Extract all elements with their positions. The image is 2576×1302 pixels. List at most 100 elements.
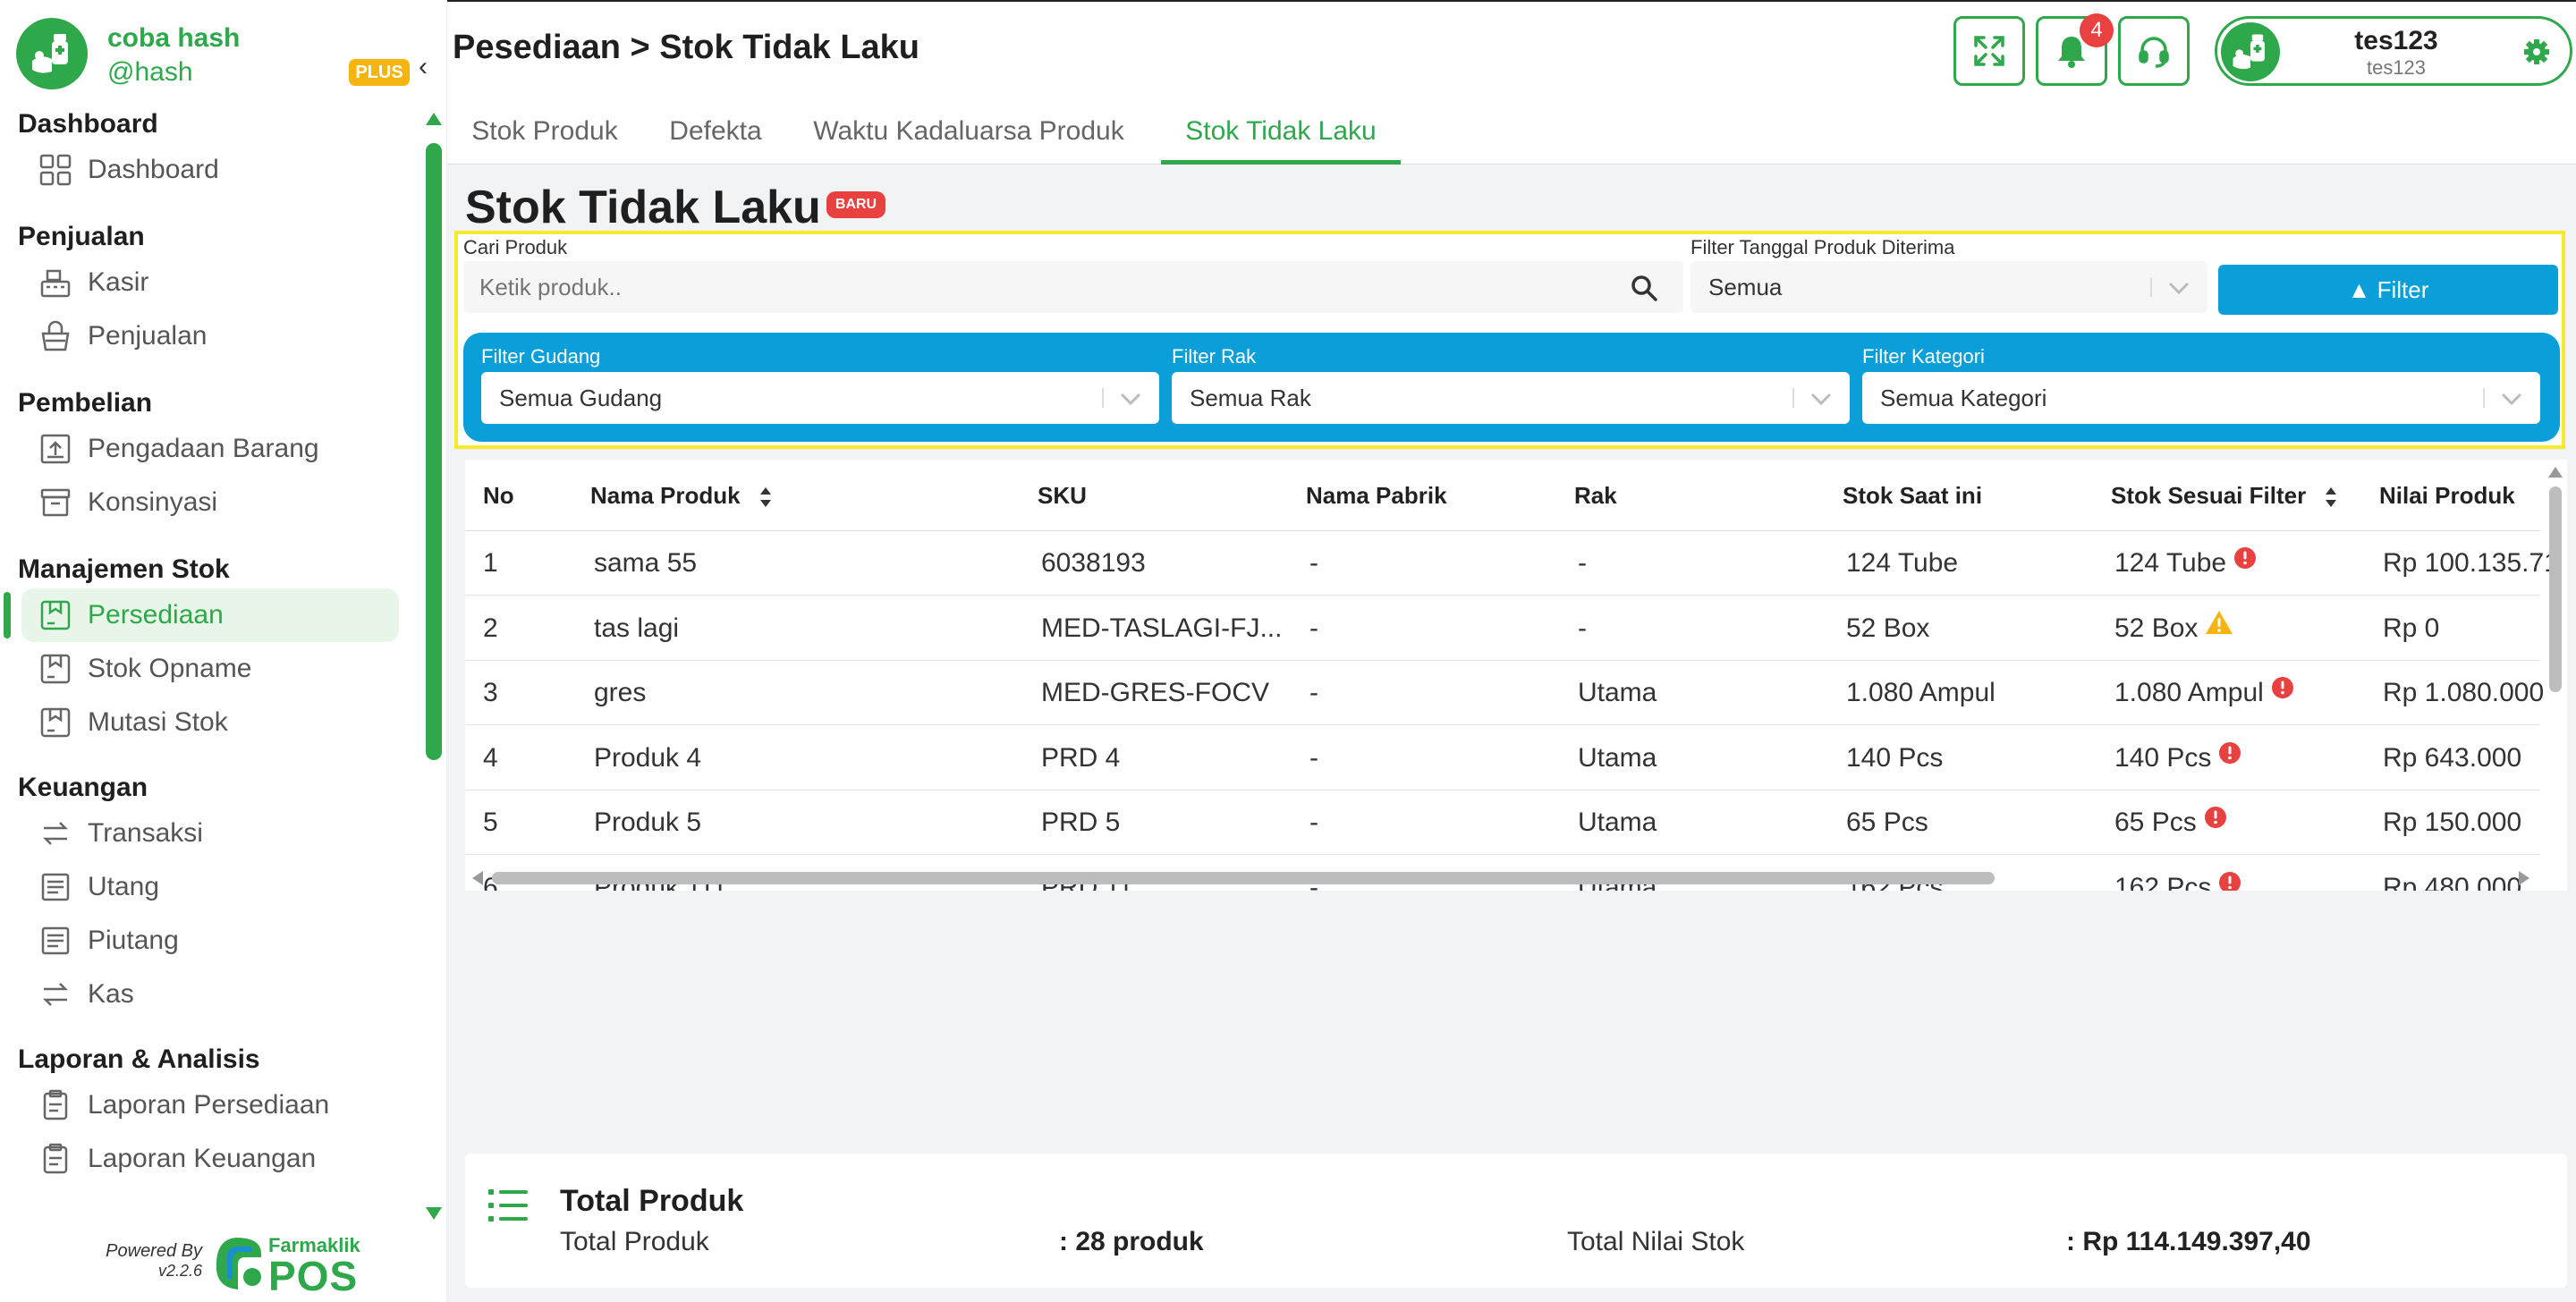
support-button[interactable] xyxy=(2118,16,2190,86)
scroll-down-icon[interactable] xyxy=(426,1207,442,1220)
sidebar-item-stok-opname[interactable]: Stok Opname xyxy=(21,642,399,696)
sidebar-item-label: Laporan Keuangan xyxy=(88,1144,317,1173)
col-nama-produk[interactable]: Nama Produk xyxy=(590,460,772,531)
tab-stok-tidak-laku[interactable]: Stok Tidak Laku xyxy=(1161,98,1401,165)
headset-icon xyxy=(2139,37,2169,68)
summary-title: Total Produk xyxy=(560,1184,744,1218)
warehouse-filter-label: Filter Gudang xyxy=(481,345,601,368)
cell-rack: Utama xyxy=(1578,807,1657,837)
cell-filtered: 52 Box xyxy=(2114,596,2374,661)
chevron-left-icon[interactable]: ‹ xyxy=(419,54,428,80)
summary-card: Total Produk Total Produk : 28 produk To… xyxy=(465,1154,2567,1288)
cell-stock: 52 Box xyxy=(1846,613,1930,643)
date-filter-value: Semua xyxy=(1708,274,1783,300)
table-row[interactable]: 5 Produk 5 PRD 5 - Utama 65 Pcs 65 Pcs Rp 150.0… xyxy=(465,790,2540,855)
cell-factory: - xyxy=(1309,742,1318,773)
table-vertical-scrollbar[interactable] xyxy=(2546,467,2565,891)
sort-icon[interactable] xyxy=(2325,486,2337,508)
search-input[interactable] xyxy=(463,261,1683,313)
total-products-value: : 28 produk xyxy=(1059,1227,1204,1256)
table-row[interactable]: 1 sama 55 6038193 - - 124 Tube 124 Tube Rp 100.… xyxy=(465,531,2553,596)
cell-name: sama 55 xyxy=(594,548,698,578)
table-row[interactable]: 2 tas lagi MED-TASLAGI-FJ... - -52 Box 52 Box… xyxy=(465,596,2540,661)
sidebar-item-penjualan[interactable]: Penjualan xyxy=(21,309,399,363)
sidebar-item-mutasi-stok[interactable]: Mutasi Stok xyxy=(21,696,399,749)
category-filter-select[interactable]: Semua Kategori xyxy=(1862,372,2540,424)
table-horizontal-scrollbar[interactable] xyxy=(472,869,2529,887)
clipboard-icon xyxy=(38,1141,73,1177)
user-name: tes123 xyxy=(2354,26,2438,55)
sidebar-item-piutang[interactable]: Piutang xyxy=(21,914,399,968)
sidebar-item-label: Utang xyxy=(88,872,160,901)
sidebar-item-laporan-persediaan[interactable]: Laporan Persediaan xyxy=(21,1078,399,1132)
sidebar-item-persediaan[interactable]: Persediaan xyxy=(4,588,399,642)
scroll-left-icon[interactable] xyxy=(472,871,483,885)
cell-factory: - xyxy=(1309,613,1318,643)
section-manajemen-stok: Manajemen Stok xyxy=(18,554,230,584)
category-filter-label: Filter Kategori xyxy=(1862,345,1985,368)
notification-count-badge: 4 xyxy=(2080,13,2114,47)
tab-defekta[interactable]: Defekta xyxy=(653,98,778,165)
warning-icon[interactable] xyxy=(2205,596,2233,659)
alert-circle-icon[interactable] xyxy=(2204,790,2227,853)
table-hscroll-thumb[interactable] xyxy=(492,872,1995,884)
alert-circle-icon[interactable] xyxy=(2218,726,2241,789)
search-icon[interactable] xyxy=(1630,274,1658,302)
sidebar-item-label: Mutasi Stok xyxy=(88,707,228,737)
cell-name: Produk 4 xyxy=(594,742,702,773)
sidebar-item-dashboard[interactable]: Dashboard xyxy=(21,143,399,197)
col-nilai-produk: Nilai Produk xyxy=(2379,482,2515,509)
table-row[interactable]: 4 Produk 4 PRD 4 - Utama 140 Pcs 140 Pcs Rp 643… xyxy=(465,726,2540,790)
rack-filter-value: Semua Rak xyxy=(1190,385,1311,411)
sidebar-scroll-thumb[interactable] xyxy=(426,143,442,760)
rack-filter-select[interactable]: Semua Rak xyxy=(1172,372,1850,424)
sidebar-item-label: Laporan Persediaan xyxy=(88,1090,330,1120)
expand-icon xyxy=(1974,36,2004,66)
alert-circle-icon[interactable] xyxy=(2271,661,2294,723)
scroll-right-icon[interactable] xyxy=(2519,871,2529,885)
cell-value: Rp 100.135.71 xyxy=(2383,548,2553,578)
cell-no: 4 xyxy=(483,742,498,773)
warehouse-filter-select[interactable]: Semua Gudang xyxy=(481,372,1159,424)
cell-stock: 140 Pcs xyxy=(1846,742,1944,773)
box-icon xyxy=(38,705,73,740)
sidebar-item-utang[interactable]: Utang xyxy=(21,860,399,914)
date-filter-select[interactable]: Semua xyxy=(1690,261,2207,313)
cell-stock: 124 Tube xyxy=(1846,548,1959,578)
tab-stok-produk[interactable]: Stok Produk xyxy=(453,98,637,165)
scroll-up-icon[interactable] xyxy=(2548,467,2563,478)
chevron-down-icon xyxy=(1810,393,1832,406)
top-header: Pesediaan > Stok Tidak Laku 4 tes123 tes… xyxy=(447,0,2576,98)
tab-waktu-kadaluarsa[interactable]: Waktu Kadaluarsa Produk xyxy=(796,98,1141,165)
notification-button[interactable]: 4 xyxy=(2036,13,2114,86)
sidebar-item-label: Dashboard xyxy=(88,155,219,184)
col-stok-sesuai-filter[interactable]: Stok Sesuai Filter xyxy=(2111,460,2337,531)
filter-toggle-button[interactable]: ▲ Filter xyxy=(2218,265,2558,315)
sidebar-item-label: Transaksi xyxy=(88,818,203,848)
cell-sku: 6038193 xyxy=(1041,548,1146,578)
gear-icon[interactable] xyxy=(2523,38,2550,65)
user-menu[interactable]: tes123 tes123 xyxy=(2215,16,2572,86)
sidebar-item-kas[interactable]: Kas xyxy=(21,968,399,1021)
scroll-up-icon[interactable] xyxy=(426,113,442,125)
tab-bar: Stok Produk Defekta Waktu Kadaluarsa Pro… xyxy=(447,98,2576,165)
cell-rack: - xyxy=(1578,613,1587,643)
sidebar-item-konsinyasi[interactable]: Konsinyasi xyxy=(21,476,399,529)
brand-name: coba hash xyxy=(107,23,241,53)
avatar xyxy=(2221,22,2280,81)
fullscreen-button[interactable] xyxy=(1953,16,2025,86)
sort-icon[interactable] xyxy=(759,486,772,508)
table-row[interactable]: 3 gres MED-GRES-FOCV - Utama 1.080 Ampul 1.080… xyxy=(465,661,2544,725)
cell-filtered: 1.080 Ampul xyxy=(2114,661,2374,725)
total-stock-value-label: Total Nilai Stok xyxy=(1567,1227,1745,1256)
sidebar-item-label: Pengadaan Barang xyxy=(88,434,319,463)
sidebar-item-pengadaan-barang[interactable]: Pengadaan Barang xyxy=(21,422,399,476)
sidebar-item-laporan-keuangan[interactable]: Laporan Keuangan xyxy=(21,1132,399,1186)
alert-circle-icon[interactable] xyxy=(2233,531,2257,594)
sidebar-item-kasir[interactable]: Kasir xyxy=(21,256,399,309)
cell-filtered: 65 Pcs xyxy=(2114,790,2374,855)
sidebar-item-transaksi[interactable]: Transaksi xyxy=(21,807,399,860)
sidebar-scrollbar[interactable] xyxy=(424,113,444,1220)
box-up-icon xyxy=(38,431,73,467)
table-vscroll-thumb[interactable] xyxy=(2549,486,2562,692)
